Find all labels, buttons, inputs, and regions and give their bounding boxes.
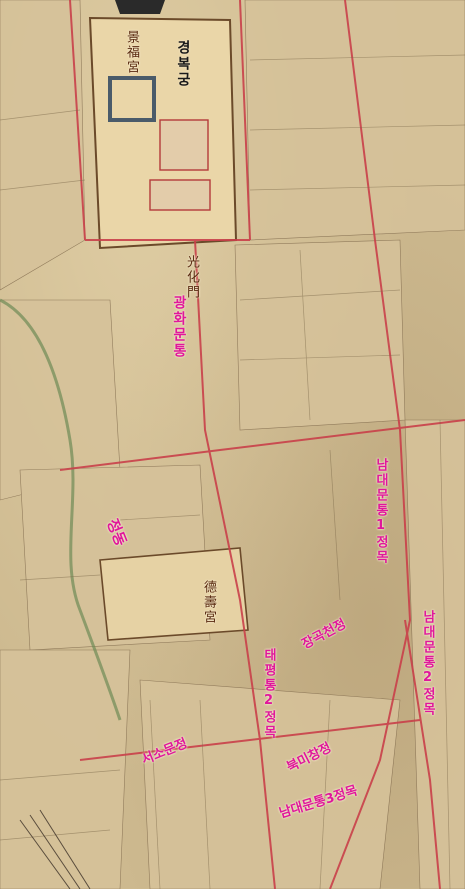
palace-compound — [88, 0, 238, 250]
deoksu-hanja-label: 德壽宮 — [201, 580, 216, 625]
label-namdaemun-tong-2[interactable]: 남대문통2정목 — [420, 610, 435, 717]
palace-hall-2 — [149, 179, 211, 211]
historical-seoul-map[interactable]: 景福宮 德壽宮 光化門 경복궁 광화문통 남대문통1정목 정동 남대문통2정목 … — [0, 0, 465, 889]
block-east — [404, 419, 465, 889]
label-namdaemun-tong-1[interactable]: 남대문통1정목 — [373, 458, 388, 565]
deoksu-wall — [99, 547, 249, 641]
deoksu-compound — [99, 547, 249, 641]
gyeongbok-hanja-label: 景福宮 — [124, 30, 139, 75]
gwanghwamun-gate-hanja: 光化門 — [184, 255, 199, 300]
label-gyeongbokgung[interactable]: 경복궁 — [175, 40, 191, 88]
pond — [115, 0, 165, 14]
label-gwanghwamun-tong[interactable]: 광화문통 — [171, 295, 187, 359]
block-southwest — [0, 649, 131, 889]
palace-hall-1 — [159, 119, 209, 171]
map-base-layer — [0, 0, 465, 889]
label-taepyeong-tong-2[interactable]: 태평통2정목 — [261, 648, 276, 740]
block-ne — [244, 0, 465, 241]
